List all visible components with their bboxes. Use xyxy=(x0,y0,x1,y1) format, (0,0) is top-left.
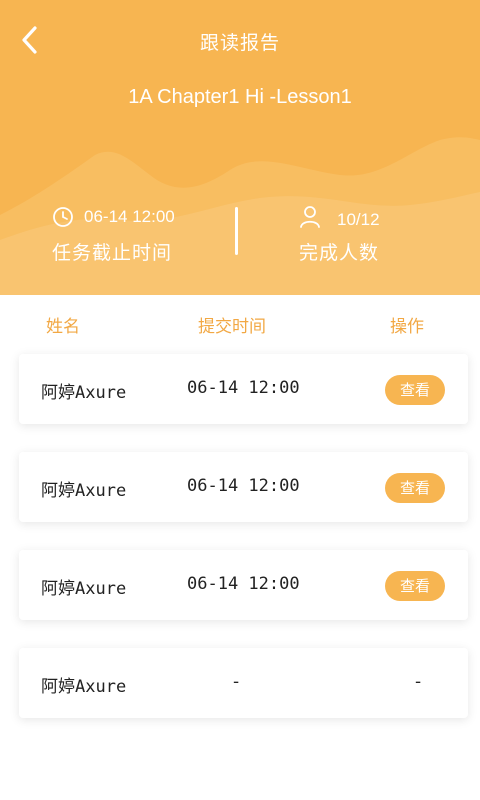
student-name: 阿婷Axure xyxy=(41,579,127,599)
student-name: 阿婷Axure xyxy=(41,383,127,403)
table-row: 阿婷Axure 06-14 12:00 查看 xyxy=(19,354,468,424)
report-header: 跟读报告 1A Chapter1 Hi -Lesson1 06-14 12:00… xyxy=(0,0,480,295)
completed-stat: 10/12 完成人数 xyxy=(299,204,380,265)
stats-divider xyxy=(235,207,238,255)
clock-icon xyxy=(53,207,73,227)
submit-time: 06-14 12:00 xyxy=(187,476,300,496)
completed-label: 完成人数 xyxy=(299,242,380,264)
person-icon xyxy=(300,206,320,228)
page-title: 跟读报告 xyxy=(199,32,280,54)
column-header-time: 提交时间 xyxy=(198,317,266,337)
view-button[interactable]: 查看 xyxy=(385,375,445,405)
action-empty: - xyxy=(415,672,422,692)
student-name: 阿婷Axure xyxy=(41,481,127,501)
deadline-value: 06-14 12:00 xyxy=(84,207,175,226)
table-row: 阿婷Axure 06-14 12:00 查看 xyxy=(19,550,468,620)
submit-time: 06-14 12:00 xyxy=(187,574,300,594)
completed-value: 10/12 xyxy=(337,210,380,229)
table-row: 阿婷Axure - - xyxy=(19,648,468,718)
table-row: 阿婷Axure 06-14 12:00 查看 xyxy=(19,452,468,522)
deadline-stat: 06-14 12:00 任务截止时间 xyxy=(52,204,175,265)
student-name: 阿婷Axure xyxy=(41,677,127,697)
view-button[interactable]: 查看 xyxy=(385,473,445,503)
submit-time-empty: - xyxy=(233,672,240,692)
view-button[interactable]: 查看 xyxy=(385,571,445,601)
column-header-name: 姓名 xyxy=(46,317,80,337)
column-header-action: 操作 xyxy=(390,317,424,337)
lesson-title: 1A Chapter1 Hi -Lesson1 xyxy=(128,86,352,108)
submit-time: 06-14 12:00 xyxy=(187,378,300,398)
deadline-label: 任务截止时间 xyxy=(52,242,173,264)
table-header: 姓名 提交时间 操作 xyxy=(0,312,480,340)
